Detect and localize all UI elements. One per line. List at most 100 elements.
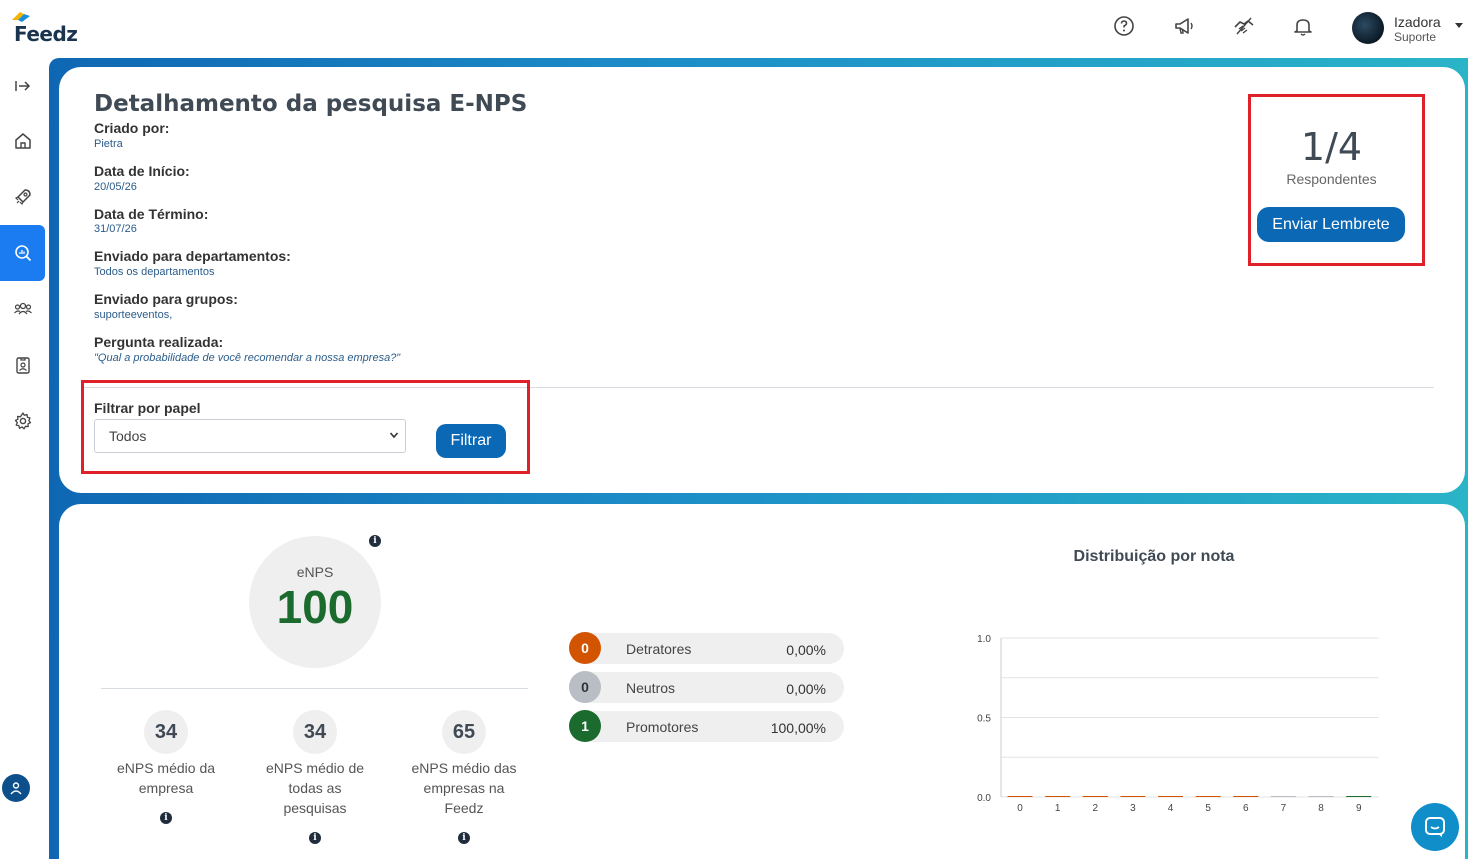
bar bbox=[1346, 796, 1372, 797]
enps-value: 100 bbox=[276, 581, 354, 633]
bell-icon[interactable] bbox=[1292, 15, 1314, 37]
x-tick-label: 8 bbox=[1318, 803, 1324, 814]
groups-label: Enviado para grupos: bbox=[94, 291, 238, 307]
x-tick-label: 4 bbox=[1168, 803, 1174, 814]
bar bbox=[1308, 796, 1334, 797]
page-title: Detalhamento da pesquisa E-NPS bbox=[94, 91, 528, 117]
created-by-value: Pietra bbox=[94, 138, 123, 150]
neutrals-row: 0 Neutros 0,00% bbox=[569, 671, 844, 703]
enps-label: eNPS bbox=[296, 564, 334, 580]
survey-analytics-icon bbox=[14, 245, 31, 262]
start-date-label: Data de Início: bbox=[94, 163, 190, 179]
bar bbox=[1195, 796, 1221, 797]
sidebar-item-home[interactable] bbox=[0, 113, 45, 169]
results-card: eNPS 100 i 34 eNPS médio da empresa i 34… bbox=[59, 504, 1465, 859]
bar bbox=[1082, 796, 1108, 797]
sidebar-item-people[interactable] bbox=[0, 281, 45, 337]
info-icon[interactable]: i bbox=[458, 832, 470, 844]
question-label: Pergunta realizada: bbox=[94, 334, 224, 350]
promoters-count: 1 bbox=[569, 710, 601, 742]
y-tick-label: 0.0 bbox=[977, 793, 991, 804]
detractors-label: Detratores bbox=[626, 641, 692, 657]
expand-icon bbox=[14, 81, 30, 91]
user-menu[interactable]: Izadora Suporte bbox=[1352, 10, 1463, 46]
x-tick-label: 9 bbox=[1356, 803, 1362, 814]
neutrals-percent: 0,00% bbox=[786, 681, 826, 697]
sidebar-item-settings[interactable] bbox=[0, 393, 45, 449]
info-icon[interactable]: i bbox=[309, 832, 321, 844]
x-tick-label: 6 bbox=[1243, 803, 1249, 814]
send-reminder-button[interactable]: Enviar Lembrete bbox=[1257, 207, 1405, 242]
rocket-icon bbox=[14, 189, 31, 206]
y-tick-label: 1.0 bbox=[977, 634, 991, 645]
role-filter-select[interactable]: Todos bbox=[94, 419, 406, 453]
bar bbox=[1158, 796, 1184, 797]
created-by-label: Criado por: bbox=[94, 120, 170, 136]
groups-value: suporteeventos, bbox=[94, 309, 173, 321]
feedz-logo[interactable]: Feedz bbox=[10, 10, 80, 46]
x-tick-label: 7 bbox=[1281, 803, 1287, 814]
user-name: Izadora bbox=[1394, 14, 1441, 30]
y-tick-label: 0.5 bbox=[977, 714, 991, 725]
filter-label: Filtrar por papel bbox=[94, 400, 201, 416]
info-icon[interactable]: i bbox=[160, 812, 172, 824]
badge-icon bbox=[15, 357, 30, 374]
divider bbox=[101, 688, 528, 689]
logo-text: Feedz bbox=[14, 22, 78, 46]
neutrals-count: 0 bbox=[569, 671, 601, 703]
departments-value: Todos os departamentos bbox=[94, 266, 215, 278]
expand-sidebar-button[interactable] bbox=[0, 58, 45, 114]
chart-title: Distribuição por nota bbox=[1073, 548, 1235, 565]
question-value: "Qual a probabilidade de você recomendar… bbox=[94, 352, 401, 364]
neutrals-label: Neutros bbox=[626, 680, 676, 696]
score-distribution-chart: 0.00.51.0012345678910 bbox=[977, 634, 1379, 814]
megaphone-icon[interactable] bbox=[1173, 15, 1195, 37]
detractors-percent: 0,00% bbox=[786, 642, 826, 658]
gear-icon bbox=[14, 412, 31, 430]
respondents-label: Respondentes bbox=[1286, 171, 1377, 187]
detractors-count: 0 bbox=[569, 632, 601, 664]
sidebar bbox=[0, 58, 45, 859]
home-icon bbox=[14, 133, 31, 149]
info-icon[interactable]: i bbox=[369, 535, 381, 547]
company-average-label: eNPS médio da empresa bbox=[116, 760, 216, 796]
company-average-value: 34 bbox=[144, 710, 188, 754]
handshake-icon[interactable] bbox=[1233, 15, 1255, 37]
user-role: Suporte bbox=[1394, 30, 1437, 44]
start-date-value: 20/05/26 bbox=[94, 181, 137, 193]
filter-button[interactable]: Filtrar bbox=[436, 424, 506, 458]
chat-button[interactable] bbox=[1411, 803, 1459, 851]
chat-icon bbox=[1425, 817, 1445, 837]
bar bbox=[1120, 796, 1146, 797]
chevron-down-icon bbox=[1455, 23, 1463, 28]
role-filter-selected: Todos bbox=[109, 428, 147, 444]
x-tick-label: 5 bbox=[1205, 803, 1211, 814]
sidebar-item-rocket[interactable] bbox=[0, 169, 45, 225]
end-date-label: Data de Término: bbox=[94, 206, 209, 222]
x-tick-label: 3 bbox=[1130, 803, 1136, 814]
detractors-row: 0 Detratores 0,00% bbox=[569, 632, 844, 664]
promoters-label: Promotores bbox=[626, 719, 699, 735]
help-icon[interactable] bbox=[1113, 15, 1135, 37]
people-icon bbox=[13, 302, 32, 315]
survey-detail-card: Detalhamento da pesquisa E-NPS Criado po… bbox=[59, 67, 1465, 493]
departments-label: Enviado para departamentos: bbox=[94, 248, 291, 264]
sidebar-item-surveys[interactable] bbox=[0, 225, 45, 281]
chevron-down-icon bbox=[389, 432, 399, 439]
all-surveys-average-value: 34 bbox=[293, 710, 337, 754]
bar bbox=[1270, 796, 1296, 797]
accessibility-button[interactable] bbox=[2, 774, 30, 802]
user-circle-icon bbox=[10, 782, 22, 795]
feedz-average-label: eNPS médio das empresas na Feedz bbox=[411, 760, 517, 816]
all-surveys-average-label: eNPS médio de todas as pesquisas bbox=[265, 760, 365, 816]
x-tick-label: 0 bbox=[1017, 803, 1023, 814]
x-tick-label: 1 bbox=[1055, 803, 1061, 814]
x-tick-label: 2 bbox=[1092, 803, 1098, 814]
bar bbox=[1233, 796, 1259, 797]
end-date-value: 31/07/26 bbox=[94, 223, 137, 235]
feedz-average-value: 65 bbox=[442, 710, 486, 754]
promoters-row: 1 Promotores 100,00% bbox=[569, 710, 844, 742]
enps-score-circle: eNPS 100 bbox=[249, 536, 381, 668]
top-bar: Feedz Izadora Suporte bbox=[0, 0, 1468, 58]
sidebar-item-badge[interactable] bbox=[0, 337, 45, 393]
